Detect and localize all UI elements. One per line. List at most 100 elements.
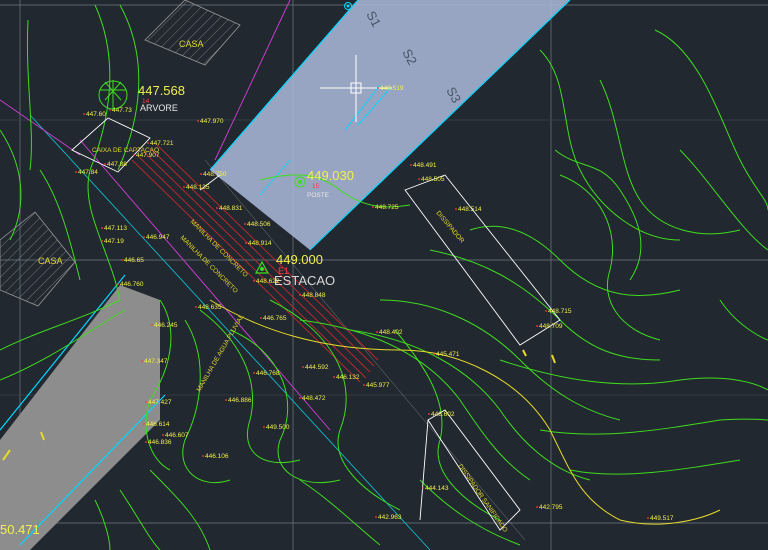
spot-marker [143, 236, 145, 238]
spot-elevation: 448.505 [421, 176, 445, 183]
spot-elevation: 448.725 [375, 204, 399, 211]
spot-marker [109, 109, 111, 111]
spot-elevation: 442.963 [378, 514, 402, 521]
spot-marker [200, 173, 202, 175]
spot-marker [299, 397, 301, 399]
spot-marker [216, 207, 218, 209]
spot-elevation: 446.607 [165, 432, 189, 439]
spot-elevation: 446.886 [228, 397, 252, 404]
spot-elevation: 448.472 [302, 395, 326, 402]
spot-elevation: 448.914 [248, 240, 272, 247]
spot-marker [263, 426, 265, 428]
spot-marker [253, 372, 255, 374]
spot-elevation: 447.113 [104, 225, 127, 232]
spot-elevation: 447.721 [150, 140, 174, 147]
spot-elevation: 447.347 [144, 358, 168, 365]
station-poste-point: 15 [312, 183, 320, 190]
spot-marker [410, 164, 412, 166]
spot-marker [202, 455, 204, 457]
spot-elevation: 448.402 [379, 329, 403, 336]
spot-marker [245, 242, 247, 244]
spot-marker [433, 353, 435, 355]
spot-elevation: 448.622 [256, 278, 280, 285]
spot-marker [101, 227, 103, 229]
spot-marker [375, 516, 377, 518]
spot-elevation: 445.977 [366, 382, 390, 389]
spot-marker [372, 206, 374, 208]
spot-elevation: 446.836 [148, 439, 172, 446]
spot-marker [104, 163, 106, 165]
spot-elevation: 442.795 [539, 504, 563, 511]
spot-elevation: 448.491 [413, 162, 437, 169]
spot-elevation: 446.768 [256, 370, 280, 377]
spot-elevation: 446.614 [146, 421, 170, 428]
spot-marker [545, 310, 547, 312]
spot-marker [133, 154, 135, 156]
spot-elevation: 448.831 [219, 205, 243, 212]
spot-elevation: 448.519 [380, 85, 404, 92]
spot-marker [121, 259, 123, 261]
station-poste-elevation: 449.030 [307, 168, 354, 183]
spot-elevation: 446.765 [263, 315, 287, 322]
house-left-label: CASA [38, 256, 63, 266]
station-poste-name: POSTE [307, 192, 330, 199]
house-top-label: CASA [179, 39, 204, 49]
spot-elevation: 448.709 [539, 323, 563, 330]
spot-marker [253, 280, 255, 282]
spot-marker [195, 306, 197, 308]
spot-elevation: 448.602 [431, 411, 455, 418]
station-arvore-name: ARVORE [140, 103, 178, 113]
cad-drawing-canvas[interactable]: CASA CASA S1 S2 S3 447.568 14 ARVORE 449… [0, 0, 768, 550]
spot-elevation: 448.635 [198, 304, 222, 311]
spot-elevation: 447.88 [107, 161, 127, 168]
spot-marker [141, 360, 143, 362]
spot-elevation: 448.506 [247, 221, 271, 228]
spot-marker [162, 434, 164, 436]
station-estacao-elevation: 449.000 [276, 252, 323, 267]
spot-elevation: 448.715 [548, 308, 572, 315]
spot-elevation: 445.471 [436, 351, 460, 358]
spot-marker [117, 283, 119, 285]
spot-elevation: 447.907 [136, 152, 160, 159]
spot-elevation: 449.500 [266, 424, 290, 431]
spot-elevation: 446.947 [146, 234, 170, 241]
spot-marker [145, 401, 147, 403]
spot-marker [244, 223, 246, 225]
spot-elevation: 446.132 [336, 374, 360, 381]
spot-elevation: 449.517 [650, 515, 674, 522]
station-arvore-elevation: 447.568 [138, 83, 185, 98]
spot-marker [75, 171, 77, 173]
spot-marker [363, 384, 365, 386]
spot-elevation: 448.135 [186, 184, 210, 191]
spot-marker [147, 142, 149, 144]
spot-marker [83, 113, 85, 115]
spot-marker [536, 325, 538, 327]
station-estacao-name: ESTACAO [274, 273, 335, 288]
spot-marker [376, 331, 378, 333]
spot-elevation: 447.84 [78, 169, 98, 176]
spot-elevation: 447.427 [148, 399, 172, 406]
spot-marker [260, 317, 262, 319]
spot-marker [299, 294, 301, 296]
spot-elevation: 448.750 [203, 171, 227, 178]
spot-marker [418, 178, 420, 180]
spot-marker [422, 487, 424, 489]
spot-marker [225, 399, 227, 401]
spot-marker [183, 186, 185, 188]
spot-elevation: 444.143 [425, 485, 449, 492]
spot-marker [428, 413, 430, 415]
spot-marker [377, 87, 379, 89]
spot-elevation: 444.592 [305, 364, 329, 371]
bottom-left-value: 50.471 [0, 522, 40, 537]
spot-marker [145, 441, 147, 443]
spot-elevation: 448.848 [302, 292, 326, 299]
spot-marker [333, 376, 335, 378]
spot-marker [151, 324, 153, 326]
spot-elevation: 447.19 [104, 238, 124, 245]
spot-elevation: 448.514 [458, 206, 482, 213]
spot-elevation: 446.106 [205, 453, 229, 460]
spot-marker [101, 240, 103, 242]
spot-marker [302, 366, 304, 368]
spot-marker [143, 423, 145, 425]
spot-elevation: 446.245 [154, 322, 178, 329]
